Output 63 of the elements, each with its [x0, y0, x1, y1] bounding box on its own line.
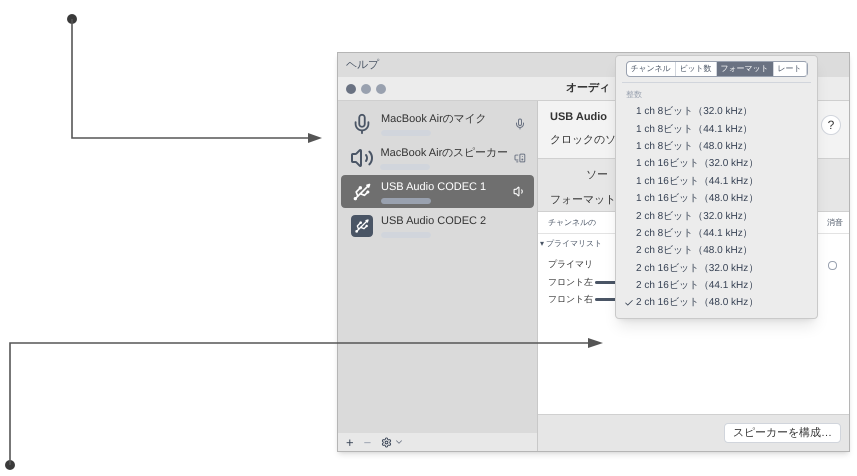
menu-item[interactable]: 1 ch 16ビット（44.1 kHz）	[616, 172, 817, 190]
menu-item[interactable]: ヘルプ	[346, 56, 379, 74]
device-name: USB Audio CODEC 2	[381, 214, 488, 229]
device-item[interactable]: MacBook Airのスピーカー	[341, 141, 534, 174]
group-header: プライマリスト	[546, 238, 602, 250]
menu-tab[interactable]: フォーマット	[716, 62, 774, 76]
format-option: 1 ch 8ビット（48.0 kHz）	[636, 138, 753, 154]
menu-item[interactable]: 2 ch 16ビット（44.1 kHz）	[616, 276, 817, 294]
device-item[interactable]: USB Audio CODEC 1	[341, 175, 534, 208]
column-header: チャンネルの	[548, 216, 596, 228]
mute-checkbox[interactable]	[828, 260, 837, 270]
settings-icon[interactable]	[381, 436, 392, 448]
format-option: 1 ch 16ビット（44.1 kHz）	[636, 174, 758, 189]
blurred-text	[381, 198, 431, 204]
menu-tab[interactable]: レート	[774, 62, 806, 76]
close-button[interactable]	[346, 84, 356, 94]
menu-item[interactable]: 2 ch 8ビット（48.0 kHz）	[616, 242, 817, 260]
menu-item[interactable]: 2 ch 8ビット（44.1 kHz）	[616, 224, 817, 242]
format-option: 2 ch 8ビット（32.0 kHz）	[636, 208, 753, 224]
device-item[interactable]: USB Audio CODEC 2	[341, 209, 534, 242]
format-label: フォーマット	[550, 192, 616, 208]
volume-icon	[513, 185, 526, 198]
usb-icon	[351, 214, 373, 236]
format-option: 2 ch 16ビット（48.0 kHz）	[636, 295, 758, 310]
source-label: ソー	[586, 168, 608, 183]
menu-item[interactable]: 1 ch 8ビット（48.0 kHz）	[616, 138, 817, 156]
device-name: USB Audio CODEC 1	[381, 180, 488, 195]
window-title: オーディ	[566, 81, 610, 96]
device-title: USB Audio	[550, 110, 608, 125]
clock-label: クロックのソ	[550, 132, 616, 148]
help-button[interactable]: ?	[821, 115, 841, 135]
format-option: 2 ch 16ビット（32.0 kHz）	[636, 260, 758, 276]
format-option: 1 ch 16ビット（48.0 kHz）	[636, 191, 758, 206]
row-label: フロント左	[548, 276, 593, 289]
usb-icon	[352, 180, 372, 202]
disclosure-triangle[interactable]: ▾	[540, 238, 544, 250]
menu-item[interactable]: 1 ch 16ビット（32.0 kHz）	[616, 155, 817, 173]
column-header: 消音	[827, 216, 843, 228]
minimize-button[interactable]	[361, 84, 371, 94]
menu-item[interactable]: 2 ch 8ビット（32.0 kHz）	[616, 207, 817, 225]
section-label: 整数	[625, 89, 643, 101]
format-option: 2 ch 16ビット（44.1 kHz）	[636, 278, 758, 294]
menu-item[interactable]: 1 ch 8ビット（32.0 kHz）	[616, 103, 817, 120]
output-icon	[514, 152, 526, 164]
format-option: 1 ch 8ビット（44.1 kHz）	[636, 122, 753, 137]
menu-item[interactable]: 1 ch 16ビット（48.0 kHz）	[616, 190, 817, 208]
format-option: 1 ch 8ビット（32.0 kHz）	[636, 104, 753, 120]
microphone-icon	[514, 118, 526, 130]
menu-item[interactable]: 2 ch 16ビット（32.0 kHz）	[616, 260, 817, 277]
menu-item[interactable]: 1 ch 8ビット（44.1 kHz）	[616, 120, 817, 138]
add-button[interactable]: +	[346, 436, 354, 448]
format-option: 1 ch 16ビット（32.0 kHz）	[636, 156, 758, 172]
menu-item[interactable]: 2 ch 16ビット（48.0 kHz）	[616, 294, 817, 312]
device-item[interactable]: MacBook Airのマイク	[341, 107, 534, 140]
device-name: MacBook Airのマイク	[381, 112, 488, 127]
zoom-button[interactable]	[376, 84, 386, 94]
format-option: 2 ch 8ビット（44.1 kHz）	[636, 226, 753, 241]
configure-speakers-button[interactable]: スピーカーを構成…	[724, 423, 841, 443]
device-name: MacBook Airのスピーカー	[380, 146, 508, 161]
row-label: プライマリ	[548, 258, 593, 272]
menu-tab[interactable]: チャンネル	[626, 62, 676, 76]
format-option: 2 ch 8ビット（48.0 kHz）	[636, 243, 753, 258]
row-label: フロント右	[548, 292, 593, 306]
